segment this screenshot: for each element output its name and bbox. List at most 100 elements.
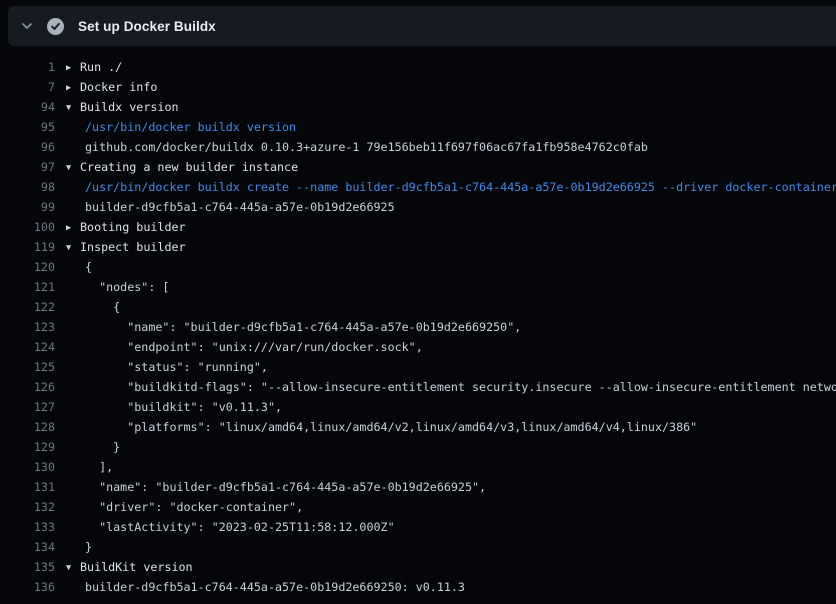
log-line: 130 ], bbox=[0, 457, 836, 477]
line-number[interactable]: 131 bbox=[0, 477, 55, 497]
log-line: 125 "status": "running", bbox=[0, 357, 836, 377]
log-group-title: Creating a new builder instance bbox=[80, 160, 298, 174]
log-output-text: "status": "running", bbox=[85, 357, 268, 377]
log-group-title: Inspect builder bbox=[80, 240, 186, 254]
line-number[interactable]: 121 bbox=[0, 277, 55, 297]
line-number[interactable]: 128 bbox=[0, 417, 55, 437]
line-number[interactable]: 119 bbox=[0, 237, 55, 257]
chevron-down-icon[interactable] bbox=[20, 19, 34, 33]
group-collapsed-icon[interactable]: ▶ bbox=[66, 58, 80, 77]
line-number[interactable]: 133 bbox=[0, 517, 55, 537]
log-output-text: "buildkitd-flags": "--allow-insecure-ent… bbox=[85, 377, 836, 397]
log-output-text: builder-d9cfb5a1-c764-445a-a57e-0b19d2e6… bbox=[85, 197, 395, 217]
log-output-text: { bbox=[85, 297, 120, 317]
log-group-toggle[interactable]: ▼Buildx version bbox=[66, 97, 179, 117]
log-group-toggle[interactable]: ▶Booting builder bbox=[66, 217, 186, 237]
log-line: 94 ▼Buildx version bbox=[0, 97, 836, 117]
log-group-toggle[interactable]: ▶Run ./ bbox=[66, 57, 122, 77]
line-number[interactable]: 129 bbox=[0, 437, 55, 457]
line-number[interactable]: 99 bbox=[0, 197, 55, 217]
log-line: 96 github.com/docker/buildx 0.10.3+azure-… bbox=[0, 137, 836, 157]
log-group-title: Run ./ bbox=[80, 60, 122, 74]
line-number[interactable]: 123 bbox=[0, 317, 55, 337]
line-number[interactable]: 96 bbox=[0, 137, 55, 157]
log-line: 121 "nodes": [ bbox=[0, 277, 836, 297]
log-line: 123 "name": "builder-d9cfb5a1-c764-445a-… bbox=[0, 317, 836, 337]
log-line: 136 builder-d9cfb5a1-c764-445a-a57e-0b19d… bbox=[0, 577, 836, 597]
step-title: Set up Docker Buildx bbox=[78, 19, 216, 34]
line-number[interactable]: 122 bbox=[0, 297, 55, 317]
log-line: 97 ▼Creating a new builder instance bbox=[0, 157, 836, 177]
group-expanded-icon[interactable]: ▼ bbox=[66, 238, 80, 257]
log-line: 133 "lastActivity": "2023-02-25T11:58:12… bbox=[0, 517, 836, 537]
log-output-text: { bbox=[85, 257, 92, 277]
group-expanded-icon[interactable]: ▼ bbox=[66, 558, 80, 577]
line-number[interactable]: 126 bbox=[0, 377, 55, 397]
log-output-text: "platforms": "linux/amd64,linux/amd64/v2… bbox=[85, 417, 697, 437]
line-number[interactable]: 1 bbox=[0, 57, 55, 77]
log-group-toggle[interactable]: ▼Creating a new builder instance bbox=[66, 157, 298, 177]
group-collapsed-icon[interactable]: ▶ bbox=[66, 218, 80, 237]
log-output-text: "name": "builder-d9cfb5a1-c764-445a-a57e… bbox=[85, 317, 521, 337]
log-line: 1 ▶Run ./ bbox=[0, 57, 836, 77]
line-number[interactable]: 125 bbox=[0, 357, 55, 377]
log-output-text: builder-d9cfb5a1-c764-445a-a57e-0b19d2e6… bbox=[85, 577, 465, 597]
check-circle-icon bbox=[47, 18, 64, 35]
log-line: 98/usr/bin/docker buildx create --name b… bbox=[0, 177, 836, 197]
line-number[interactable]: 132 bbox=[0, 497, 55, 517]
log-group-toggle[interactable]: ▼Inspect builder bbox=[66, 237, 186, 257]
log-line: 129 } bbox=[0, 437, 836, 457]
line-number[interactable]: 130 bbox=[0, 457, 55, 477]
log-group-toggle[interactable]: ▶Docker info bbox=[66, 77, 157, 97]
log-output-text: "lastActivity": "2023-02-25T11:58:12.000… bbox=[85, 517, 395, 537]
log-output-text: github.com/docker/buildx 0.10.3+azure-1 … bbox=[85, 137, 648, 157]
log-line: 95/usr/bin/docker buildx version bbox=[0, 117, 836, 137]
line-number[interactable]: 136 bbox=[0, 577, 55, 597]
log-output-text: "name": "builder-d9cfb5a1-c764-445a-a57e… bbox=[85, 477, 486, 497]
line-number[interactable]: 120 bbox=[0, 257, 55, 277]
group-expanded-icon[interactable]: ▼ bbox=[66, 158, 80, 177]
group-expanded-icon[interactable]: ▼ bbox=[66, 98, 80, 117]
line-number[interactable]: 95 bbox=[0, 117, 55, 137]
log-line: 124 "endpoint": "unix:///var/run/docker.… bbox=[0, 337, 836, 357]
line-number[interactable]: 98 bbox=[0, 177, 55, 197]
log-line: 100 ▶Booting builder bbox=[0, 217, 836, 237]
line-number[interactable]: 94 bbox=[0, 97, 55, 117]
log-line: 127 "buildkit": "v0.11.3", bbox=[0, 397, 836, 417]
log-command-text: /usr/bin/docker buildx version bbox=[85, 117, 296, 137]
log-line: 99 builder-d9cfb5a1-c764-445a-a57e-0b19d2… bbox=[0, 197, 836, 217]
log-line: 126 "buildkitd-flags": "--allow-insecure… bbox=[0, 377, 836, 397]
group-collapsed-icon[interactable]: ▶ bbox=[66, 78, 80, 97]
log-output-text: } bbox=[85, 537, 92, 557]
log-line: 119 ▼Inspect builder bbox=[0, 237, 836, 257]
line-number[interactable]: 100 bbox=[0, 217, 55, 237]
log-line: 135 ▼BuildKit version bbox=[0, 557, 836, 577]
line-number[interactable]: 127 bbox=[0, 397, 55, 417]
log-output-text: "buildkit": "v0.11.3", bbox=[85, 397, 282, 417]
line-number[interactable]: 7 bbox=[0, 77, 55, 97]
log-command-text: /usr/bin/docker buildx create --name bui… bbox=[85, 177, 836, 197]
log-line: 134} bbox=[0, 537, 836, 557]
log-line: 128 "platforms": "linux/amd64,linux/amd6… bbox=[0, 417, 836, 437]
log-output-text: ], bbox=[85, 457, 113, 477]
log-group-title: BuildKit version bbox=[80, 560, 193, 574]
log-line: 131 "name": "builder-d9cfb5a1-c764-445a-… bbox=[0, 477, 836, 497]
log-output-text: } bbox=[85, 437, 120, 457]
log-group-title: Booting builder bbox=[80, 220, 186, 234]
log-line: 120 { bbox=[0, 257, 836, 277]
log-output-text: "driver": "docker-container", bbox=[85, 497, 303, 517]
step-header[interactable]: Set up Docker Buildx bbox=[8, 6, 836, 46]
line-number[interactable]: 135 bbox=[0, 557, 55, 577]
line-number[interactable]: 97 bbox=[0, 157, 55, 177]
log-group-toggle[interactable]: ▼BuildKit version bbox=[66, 557, 193, 577]
log-output-text: "endpoint": "unix:///var/run/docker.sock… bbox=[85, 337, 423, 357]
line-number[interactable]: 124 bbox=[0, 337, 55, 357]
log-line: 7 ▶Docker info bbox=[0, 77, 836, 97]
log-group-title: Docker info bbox=[80, 80, 157, 94]
log-output-text: "nodes": [ bbox=[85, 277, 169, 297]
log-viewer[interactable]: 1▶Run ./7▶Docker info94▼Buildx version95… bbox=[0, 46, 836, 604]
line-number[interactable]: 134 bbox=[0, 537, 55, 557]
log-line: 132 "driver": "docker-container", bbox=[0, 497, 836, 517]
log-line: 122 { bbox=[0, 297, 836, 317]
log-group-title: Buildx version bbox=[80, 100, 179, 114]
